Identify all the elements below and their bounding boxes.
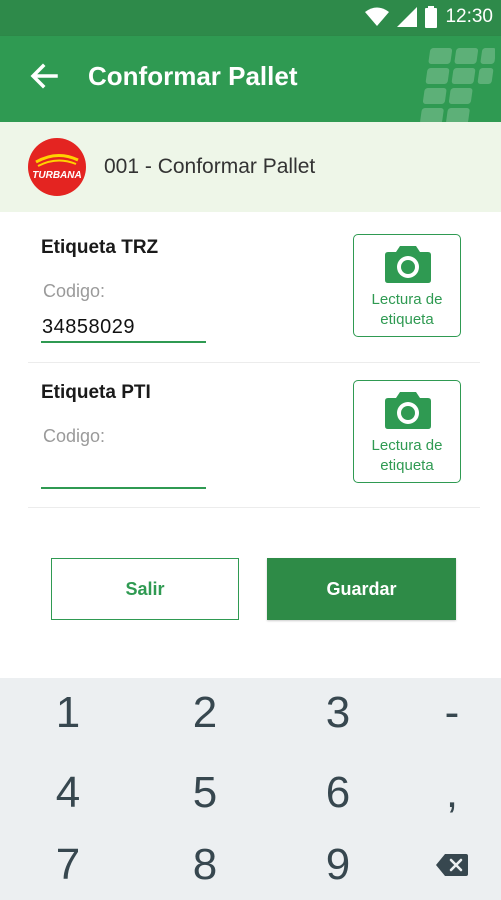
app-bar: Conformar Pallet bbox=[0, 36, 501, 122]
key-minus[interactable]: - bbox=[392, 678, 501, 748]
trz-input-underline bbox=[41, 341, 206, 343]
page-title: Conformar Pallet bbox=[88, 61, 298, 91]
key-7[interactable]: 7 bbox=[8, 830, 128, 900]
pti-label-section: Etiqueta PTI Codigo: Lectura de etiqueta bbox=[28, 363, 480, 508]
svg-text:TURBANA: TURBANA bbox=[32, 170, 81, 181]
pti-input-underline bbox=[41, 487, 206, 489]
battery-icon bbox=[425, 6, 438, 28]
trz-scan-label: Lectura de etiqueta bbox=[371, 291, 443, 328]
module-title: 001 - Conformar Pallet bbox=[104, 155, 316, 178]
camera-icon bbox=[385, 246, 431, 283]
status-time: 12:30 bbox=[445, 6, 493, 27]
trz-scan-button[interactable]: Lectura de etiqueta bbox=[353, 234, 461, 337]
save-button[interactable]: Guardar bbox=[267, 558, 456, 620]
exit-button[interactable]: Salir bbox=[51, 558, 239, 620]
key-2[interactable]: 2 bbox=[145, 678, 265, 748]
key-backspace[interactable] bbox=[392, 830, 501, 900]
wifi-icon bbox=[365, 7, 390, 26]
key-3[interactable]: 3 bbox=[278, 678, 398, 748]
watermark-logo-icon bbox=[420, 48, 495, 122]
camera-icon bbox=[385, 392, 431, 429]
key-9[interactable]: 9 bbox=[278, 830, 398, 900]
arrow-left-icon[interactable] bbox=[28, 60, 60, 92]
turbana-logo-icon: TURBANA bbox=[32, 154, 82, 181]
trz-field-label: Etiqueta TRZ bbox=[41, 237, 159, 258]
signal-icon bbox=[397, 7, 418, 27]
key-comma[interactable]: , bbox=[392, 758, 501, 828]
trz-code-input[interactable]: 34858029 bbox=[42, 316, 135, 339]
module-header: TURBANA 001 - Conformar Pallet bbox=[0, 122, 501, 212]
status-icons: 12:30 bbox=[365, 6, 493, 28]
key-6[interactable]: 6 bbox=[278, 758, 398, 828]
turbana-logo: TURBANA bbox=[28, 138, 86, 196]
trz-field-hint: Codigo: bbox=[43, 281, 106, 301]
pti-scan-button[interactable]: Lectura de etiqueta bbox=[353, 380, 461, 483]
pti-scan-label: Lectura de etiqueta bbox=[371, 437, 443, 474]
pti-field-hint[interactable]: Codigo: bbox=[43, 426, 105, 447]
backspace-icon bbox=[436, 854, 468, 876]
key-8[interactable]: 8 bbox=[145, 830, 265, 900]
key-5[interactable]: 5 bbox=[145, 758, 265, 828]
pti-field-label: Etiqueta PTI bbox=[41, 382, 151, 403]
trz-label-section: Etiqueta TRZ Codigo: 34858029 Lectura de… bbox=[28, 218, 480, 363]
numeric-keyboard: 1 2 3 - 4 5 6 , 7 8 9 bbox=[0, 678, 501, 900]
key-1[interactable]: 1 bbox=[8, 678, 128, 748]
key-4[interactable]: 4 bbox=[8, 758, 128, 828]
status-bar: 12:30 bbox=[0, 0, 501, 36]
